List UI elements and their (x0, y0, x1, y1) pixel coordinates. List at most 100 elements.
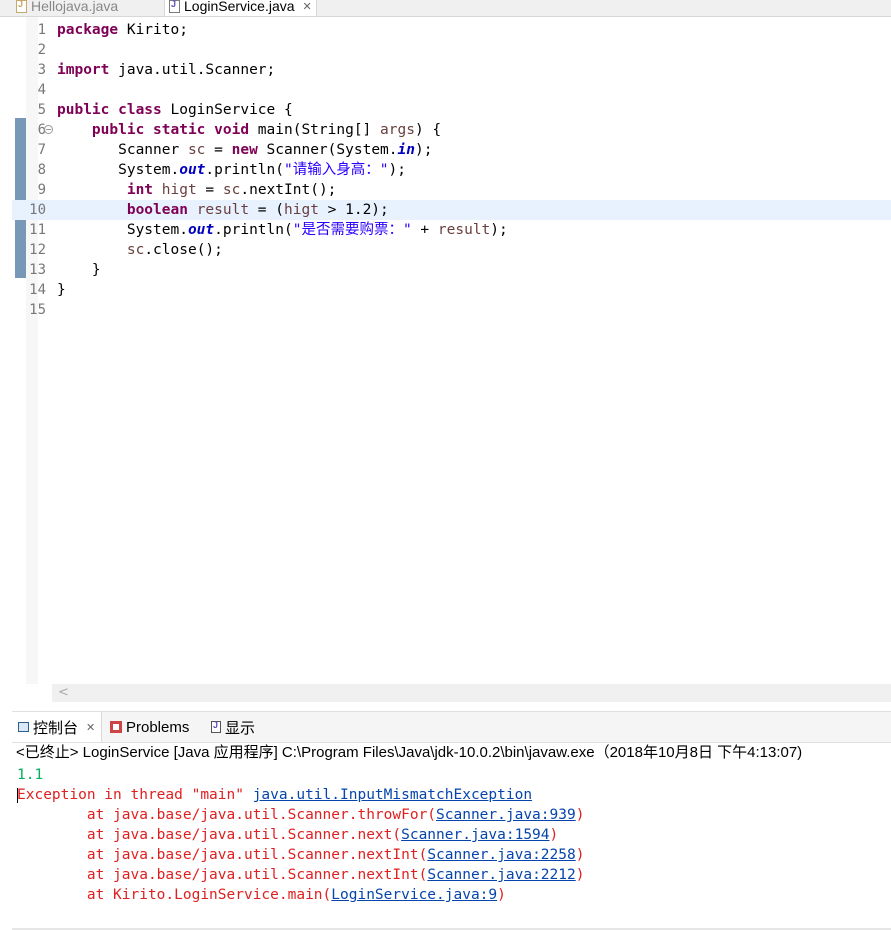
console-text: ) (497, 887, 506, 903)
code-line[interactable]: 13 } (12, 260, 891, 280)
console-tab-bar: 控制台 ✕ Problems 显示 (12, 711, 891, 743)
tab-problems[interactable]: Problems (110, 712, 189, 742)
console-output[interactable]: 1.1 Exception in thread "main" java.util.… (12, 764, 891, 928)
code-line[interactable]: 8 System.out.println("请输入身高："); (12, 160, 891, 180)
code-token: LoginService { (161, 102, 293, 118)
code-token: in (397, 142, 415, 158)
console-icon (18, 722, 29, 732)
horizontal-scrollbar[interactable]: < (52, 684, 891, 702)
line-number: 13 (29, 262, 46, 278)
code-text: System.out.println("是否需要购票：" + result); (57, 220, 508, 240)
divider (0, 702, 891, 710)
code-line[interactable]: 11 System.out.println("是否需要购票：" + result… (12, 220, 891, 240)
code-text: import java.util.Scanner; (57, 60, 275, 80)
code-line[interactable]: 5 public class LoginService { (12, 100, 891, 120)
display-icon (211, 720, 221, 733)
tab-hellojava[interactable]: Hellojava.java (16, 0, 118, 16)
code-token: sc (126, 242, 145, 258)
tab-display[interactable]: 显示 (211, 712, 255, 742)
code-editor[interactable]: 1 package Kirito; 2 3 import java.util.Scann… (12, 17, 891, 684)
line-number: 10 (29, 202, 46, 218)
code-token: "是否需要购票：" (292, 222, 412, 238)
console-text: at java.base/java.util.Scanner.next( (17, 827, 402, 843)
console-input-line: 1.1 (17, 765, 43, 785)
code-token: "请输入身高：" (284, 162, 389, 178)
tab-loginservice[interactable]: LoginService.java ✕ (164, 0, 317, 16)
code-token: higt (161, 182, 197, 198)
tab-label: Problems (126, 718, 190, 736)
code-line[interactable]: 10 boolean result = (higt > 1.2); (12, 200, 891, 220)
tab-label: 控制台 (33, 719, 79, 737)
code-token: sc (222, 182, 241, 198)
code-token: .nextInt(); (240, 182, 337, 198)
code-line[interactable]: 1 package Kirito; (12, 20, 891, 40)
tab-console[interactable]: 控制台 ✕ (12, 712, 103, 742)
code-line[interactable]: 12 sc.close(); (12, 240, 891, 260)
line-number: 15 (29, 302, 46, 318)
line-number: 6 (37, 122, 46, 138)
tab-label: LoginService.java (184, 0, 295, 14)
console-text: ) (575, 867, 585, 883)
line-number: 14 (29, 282, 46, 298)
stacktrace-link[interactable]: LoginService.java:9 (331, 887, 497, 903)
code-line[interactable]: 15 (12, 300, 891, 320)
stacktrace-link[interactable]: Scanner.java:939 (436, 807, 576, 823)
code-token: new (231, 142, 258, 158)
code-text: System.out.println("请输入身高："); (57, 160, 406, 180)
scroll-left-icon[interactable]: < (58, 684, 69, 702)
code-token: result (437, 222, 491, 238)
console-text: at java.base/java.util.Scanner.nextInt( (17, 867, 428, 883)
code-line[interactable]: 3 import java.util.Scanner; (12, 60, 891, 80)
code-token: higt (284, 202, 319, 218)
line-number: 5 (37, 102, 46, 118)
close-icon[interactable]: ✕ (303, 0, 312, 13)
line-number: 7 (37, 142, 46, 158)
code-token: .println( (205, 162, 284, 178)
console-text: at java.base/java.util.Scanner.nextInt( (17, 847, 428, 863)
console-error-line: at java.base/java.util.Scanner.nextInt(S… (17, 865, 585, 885)
code-token: Scanner(System. (257, 142, 398, 158)
stacktrace-link[interactable]: Scanner.java:2258 (427, 847, 575, 863)
code-token: } (57, 262, 101, 278)
line-number: 1 (37, 22, 46, 38)
console-error-line: Exception in thread "main" java.util.Inp… (17, 785, 532, 805)
tab-label: Hellojava.java (31, 0, 119, 14)
code-line[interactable]: 7 Scanner sc = new Scanner(System.in); (12, 140, 891, 160)
code-line[interactable]: 9 int higt = sc.nextInt(); (12, 180, 891, 200)
line-number: 11 (29, 222, 46, 238)
code-token: main(String[] (249, 122, 381, 138)
line-number: 2 (37, 42, 46, 58)
code-text: public static void main(String[] args) { (57, 120, 441, 140)
console-text: at java.base/java.util.Scanner.throwFor( (17, 807, 437, 823)
code-text: } (57, 260, 101, 280)
console-error-line: at java.base/java.util.Scanner.next(Scan… (17, 825, 558, 845)
code-token: ); (388, 162, 406, 178)
code-line[interactable]: 14} (12, 280, 891, 300)
stacktrace-link[interactable]: Scanner.java:2212 (427, 867, 575, 883)
code-line[interactable]: 6− public static void main(String[] args… (12, 120, 891, 140)
stacktrace-link[interactable]: java.util.InputMismatchException (253, 787, 532, 803)
editor-tab-bar: Hellojava.java LoginService.java ✕ (0, 0, 891, 17)
line-number: 8 (37, 162, 46, 178)
code-line[interactable]: 2 (12, 40, 891, 60)
code-line[interactable]: 4 (12, 80, 891, 100)
code-token: System. (57, 222, 188, 238)
stacktrace-link[interactable]: Scanner.java:1594 (401, 827, 549, 843)
console-text: Exception in thread "main" (17, 787, 253, 803)
code-token: } (57, 282, 66, 298)
code-text: sc.close(); (57, 240, 223, 260)
code-text: } (57, 280, 66, 300)
line-number: 3 (37, 62, 46, 78)
code-token: = (205, 142, 232, 158)
code-token: import (57, 62, 110, 78)
code-token: java.util.Scanner; (109, 62, 276, 78)
code-text: boolean result = (higt > 1.2); (57, 200, 389, 220)
code-token: Kirito; (118, 22, 188, 38)
console-text: 1.1 (17, 767, 44, 783)
code-token: out (187, 222, 215, 238)
fold-collapse-icon[interactable]: − (44, 125, 53, 134)
close-icon[interactable]: ✕ (86, 721, 95, 734)
code-token: result (196, 202, 250, 218)
